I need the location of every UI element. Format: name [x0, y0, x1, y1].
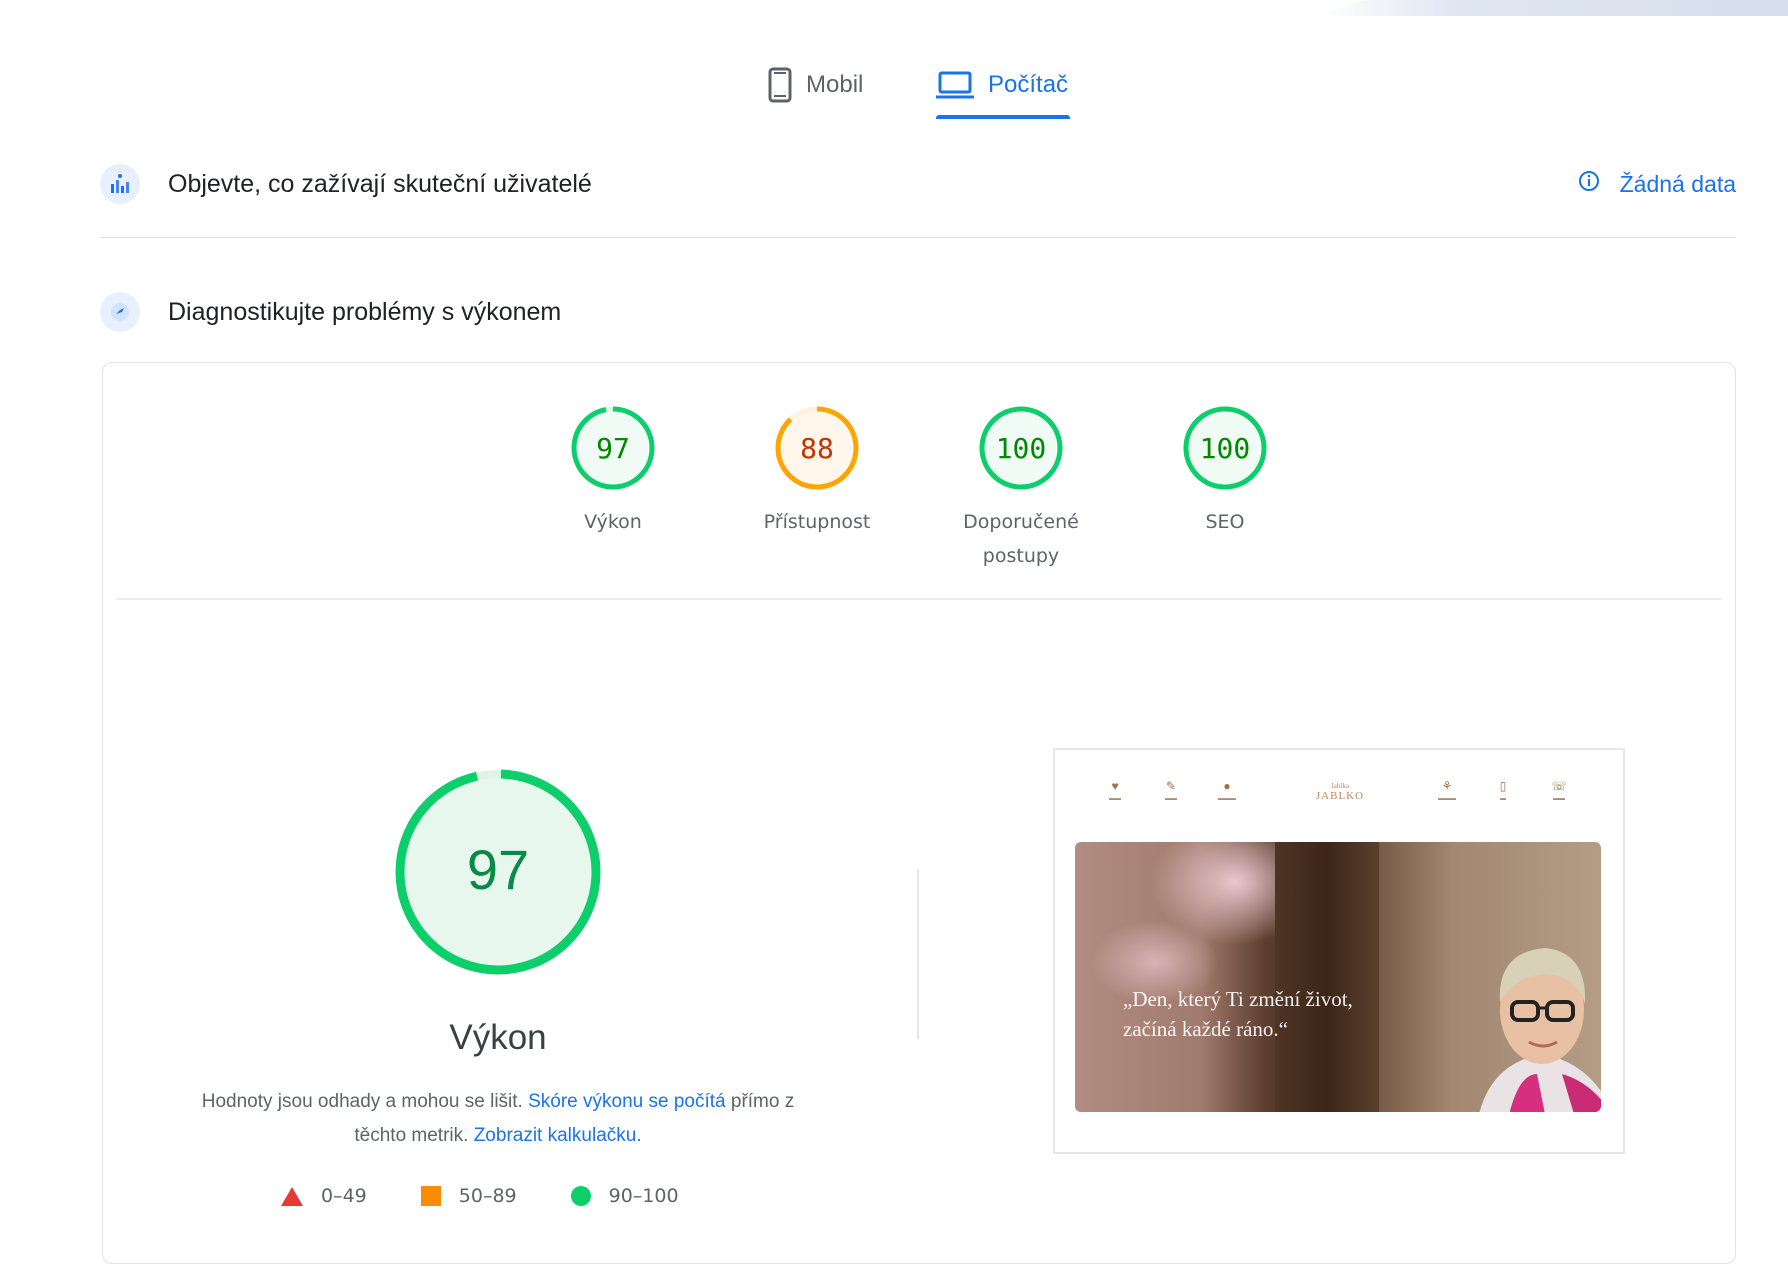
- tree-trunk: [1275, 842, 1379, 1112]
- phone-icon: [768, 67, 792, 103]
- preview-quote-line1: „Den, který Ti změní život,: [1123, 987, 1353, 1011]
- diagnostics-icon: [100, 292, 140, 332]
- tab-desktop[interactable]: Počítač: [936, 52, 1068, 118]
- gauge-label-line2: postupy: [982, 545, 1060, 567]
- laptop-icon: [936, 71, 974, 99]
- diagnostics-header: Diagnostikujte problémy s výkonem: [100, 292, 1736, 332]
- device-tabs: Mobil Počítač: [0, 52, 1788, 122]
- calculator-link[interactable]: Zobrazit kalkulačku.: [474, 1125, 642, 1146]
- preview-nav-item: ● ▬▬▬: [1218, 779, 1236, 802]
- no-data-link[interactable]: Žádná data: [1578, 170, 1736, 198]
- page-screenshot-preview: ♥ ▬▬ ✎ ▬▬ ● ▬▬▬ Jablka JABLKO ⚘ ▬▬▬ ▯ ▬ ☏ ▬▬: [1053, 748, 1625, 1154]
- performance-gauge: 97: [395, 769, 601, 975]
- gauge-label: SEO: [1205, 511, 1245, 533]
- gauge-value: 100: [996, 432, 1047, 465]
- tab-desktop-label: Počítač: [988, 71, 1069, 98]
- preview-nav-item: ⚘ ▬▬▬: [1438, 779, 1456, 802]
- performance-label: Výkon: [449, 1018, 547, 1057]
- legend-pass: 90–100: [570, 1185, 679, 1207]
- gauge-ring: 88: [775, 406, 859, 490]
- vertical-separator: [917, 869, 919, 1039]
- gauge-value: 88: [800, 432, 834, 465]
- legend-pass-range: 90–100: [608, 1185, 679, 1207]
- portrait-image: [1479, 948, 1601, 1112]
- lighthouse-report-card: 97 Výkon 88 Přístupnost 100 Doporučené po…: [102, 362, 1736, 1264]
- gauge-value: 100: [1200, 432, 1251, 465]
- gauge-value: 97: [596, 432, 630, 465]
- circle-icon: [570, 1186, 591, 1206]
- legend-average-range: 50–89: [458, 1185, 517, 1207]
- preview-nav-item: ☏ ▬▬: [1551, 779, 1567, 802]
- tab-mobile-label: Mobil: [806, 71, 864, 98]
- field-data-icon: [100, 164, 140, 204]
- gauge-label: Doporučené: [963, 511, 1079, 533]
- preview-nav: ♥ ▬▬ ✎ ▬▬ ● ▬▬▬ Jablka JABLKO ⚘ ▬▬▬ ▯ ▬ ☏ ▬▬: [1055, 766, 1623, 826]
- preview-hero-image: „Den, který Ti změní život, začíná každé…: [1075, 842, 1601, 1112]
- preview-logo: Jablka JABLKO: [1302, 774, 1378, 818]
- square-icon: [420, 1186, 441, 1206]
- score-gauges: 97 Výkon 88 Přístupnost 100 Doporučené po…: [103, 363, 1735, 598]
- corner-decoration: [1318, 0, 1788, 16]
- triangle-icon: [281, 1186, 303, 1206]
- field-data-header: Objevte, co zažívají skuteční uživatelé …: [100, 164, 1736, 204]
- preview-quote-line2: začíná každé ráno.“: [1123, 1017, 1288, 1041]
- description-text: Hodnoty jsou odhady a mohou se lišit.: [201, 1091, 529, 1112]
- preview-nav-item: ▯ ▬: [1499, 779, 1507, 802]
- preview-logo-small: Jablka: [1331, 782, 1349, 790]
- section-divider: [100, 237, 1736, 238]
- gauge-seo[interactable]: 100 SEO: [1135, 403, 1315, 539]
- performance-score-value: 97: [467, 838, 529, 901]
- gauge-label: Výkon: [584, 511, 642, 533]
- score-calculation-link[interactable]: Skóre výkonu se počítá: [528, 1091, 726, 1112]
- preview-nav-item: ✎ ▬▬: [1165, 779, 1177, 802]
- gauge-ring: 100: [979, 406, 1063, 490]
- performance-description: Hodnoty jsou odhady a mohou se lišit. Sk…: [183, 1085, 813, 1153]
- gauge-accessibility[interactable]: 88 Přístupnost: [727, 403, 907, 539]
- preview-nav-item: ♥ ▬▬: [1109, 779, 1121, 802]
- gauge-ring: 97: [571, 406, 655, 490]
- legend-fail-range: 0–49: [321, 1185, 367, 1207]
- card-divider: [117, 598, 1721, 600]
- preview-quote: „Den, který Ti změní život, začíná každé…: [1123, 984, 1353, 1044]
- no-data-label: Žádná data: [1619, 170, 1736, 197]
- gauge-label: Přístupnost: [763, 511, 871, 533]
- diagnostics-title: Diagnostikujte problémy s výkonem: [168, 297, 562, 326]
- score-legend: 0–49 50–89 90–100: [281, 1185, 733, 1207]
- tab-mobile[interactable]: Mobil: [768, 52, 863, 118]
- gauge-performance[interactable]: 97 Výkon: [523, 403, 703, 539]
- preview-logo-text: JABLKO: [1315, 790, 1365, 802]
- info-icon: [1578, 170, 1600, 198]
- field-data-title: Objevte, co zažívají skuteční uživatelé: [168, 169, 592, 198]
- legend-average: 50–89: [420, 1185, 517, 1207]
- gauge-ring: 100: [1183, 406, 1267, 490]
- active-tab-indicator: [936, 115, 1070, 119]
- gauge-best-practices[interactable]: 100 Doporučené postupy: [931, 403, 1111, 573]
- legend-fail: 0–49: [281, 1185, 367, 1207]
